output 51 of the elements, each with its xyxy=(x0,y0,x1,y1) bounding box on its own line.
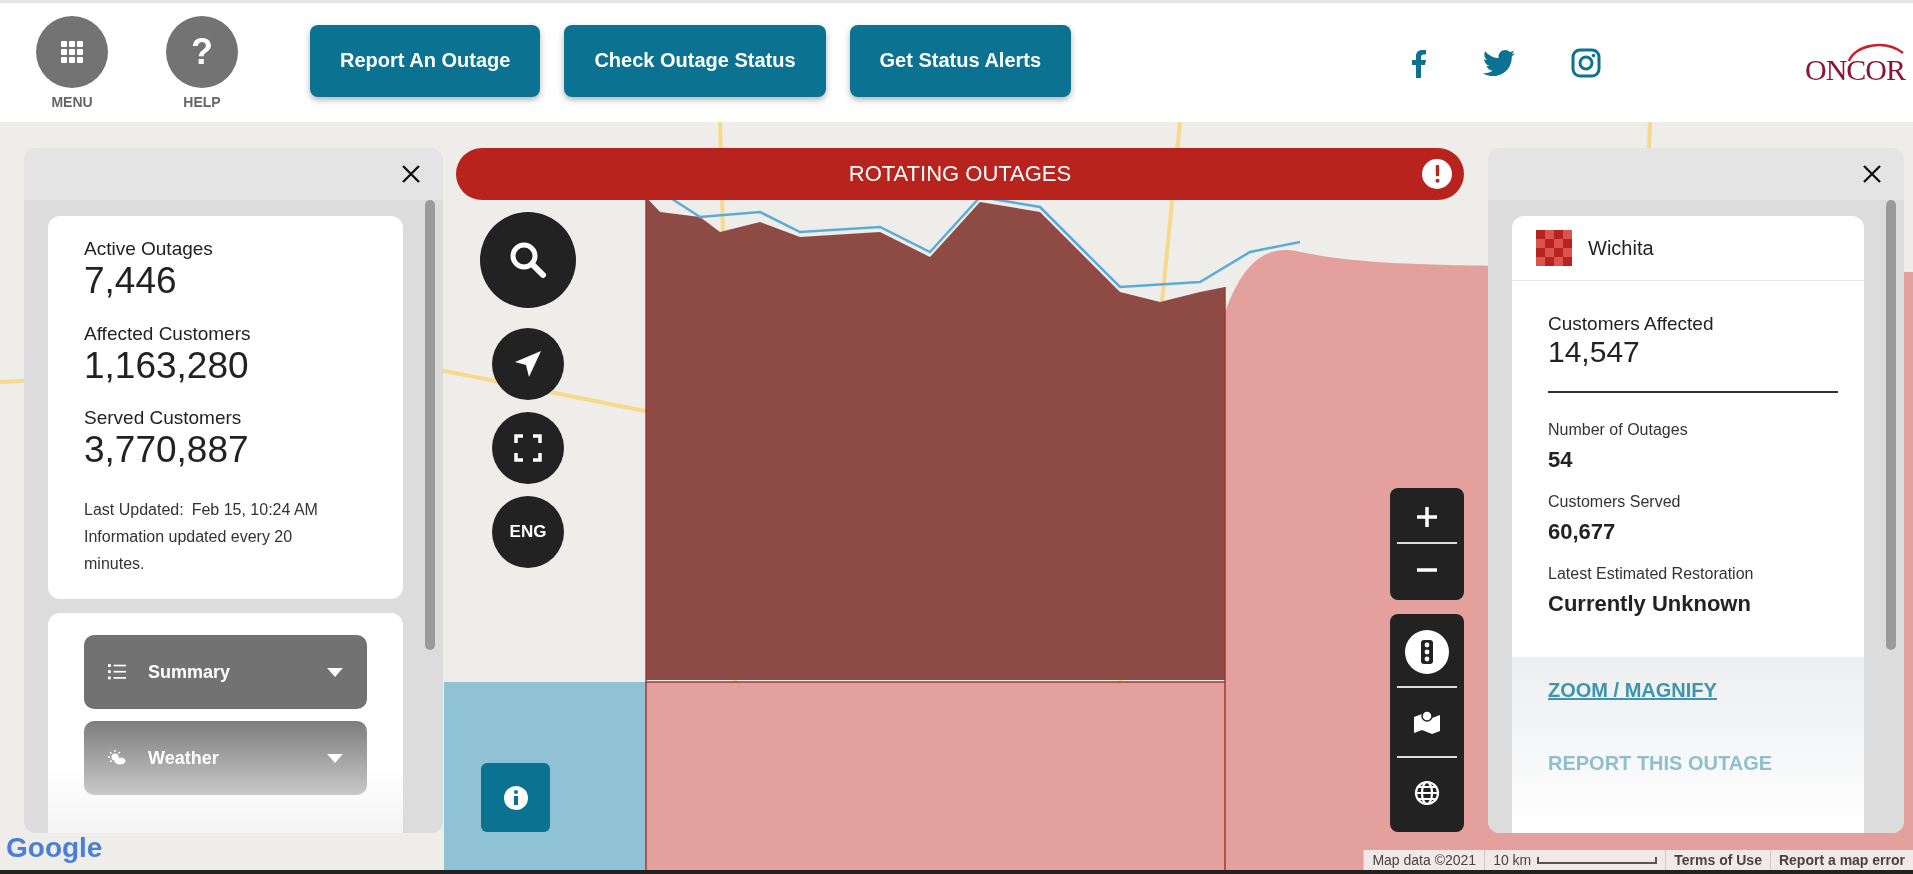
banner-title: ROTATING OUTAGES xyxy=(848,161,1072,187)
stat-label: Number of Outages xyxy=(1548,421,1689,439)
stat-label: Active Outages xyxy=(84,238,214,260)
stat-value: 3,770,887 xyxy=(84,429,250,472)
info-button[interactable] xyxy=(481,763,550,832)
scrollbar[interactable] xyxy=(425,200,435,650)
stat-label: Served Customers xyxy=(84,407,243,430)
info-icon xyxy=(502,784,529,811)
update-note: Information updated every 20 minutes. xyxy=(84,526,294,574)
caret-icon xyxy=(327,667,343,677)
action-link[interactable]: ZOOM / MAGNIFY xyxy=(1548,679,1828,702)
grid-menu-icon xyxy=(60,39,84,64)
stat-label: Customers Served xyxy=(1548,493,1682,511)
fullscreen-icon xyxy=(513,433,543,463)
instagram-icon[interactable] xyxy=(1571,47,1602,78)
caret-icon xyxy=(327,753,343,763)
globe-icon xyxy=(1414,780,1440,806)
checkered-swatch-icon xyxy=(1536,230,1572,266)
stat-label: Affected Customers xyxy=(84,322,252,345)
stat-value: 60,677 xyxy=(1548,519,1617,545)
stat-value: 7,446 xyxy=(84,260,178,303)
traffic-light-icon xyxy=(1404,629,1450,675)
google-logo: Google xyxy=(6,832,103,864)
stat-label: Customers Affected xyxy=(1548,313,1715,335)
action-button[interactable]: Check Outage Status xyxy=(564,24,826,97)
oncor-logo[interactable]: ONCOR xyxy=(1805,38,1905,87)
stat-value: 14,547 xyxy=(1548,335,1641,369)
stat-value: Currently Unknown xyxy=(1548,591,1752,617)
action-button[interactable]: Report An Outage xyxy=(310,24,541,97)
facebook-icon[interactable] xyxy=(1411,47,1428,78)
twitter-bird-icon[interactable] xyxy=(1483,49,1516,76)
scrollbar[interactable] xyxy=(1886,200,1896,650)
stat-label: Latest Estimated Restoration xyxy=(1548,565,1755,583)
close-icon[interactable] xyxy=(1862,164,1882,184)
navigation-arrow-icon xyxy=(513,349,543,379)
sun-cloud-icon xyxy=(108,750,126,767)
close-icon[interactable] xyxy=(401,164,421,184)
action-button[interactable]: Get Status Alerts xyxy=(849,24,1072,97)
list-icon xyxy=(108,664,126,681)
minus-icon xyxy=(1417,568,1437,572)
map-pin-icon xyxy=(1413,709,1441,735)
last-updated-label: Last Updated: xyxy=(84,499,184,520)
alert-icon[interactable] xyxy=(1422,159,1452,189)
stat-value: 1,163,280 xyxy=(84,344,250,388)
area-name: Wichita xyxy=(1588,236,1654,260)
section-dropdown[interactable]: Summary xyxy=(84,635,367,710)
search-icon xyxy=(508,240,548,280)
last-updated-time: Feb 15, 10:24 AM xyxy=(191,499,318,520)
plus-icon xyxy=(1415,505,1439,529)
help-icon: ? xyxy=(191,33,213,70)
stat-value: 54 xyxy=(1548,447,1574,473)
